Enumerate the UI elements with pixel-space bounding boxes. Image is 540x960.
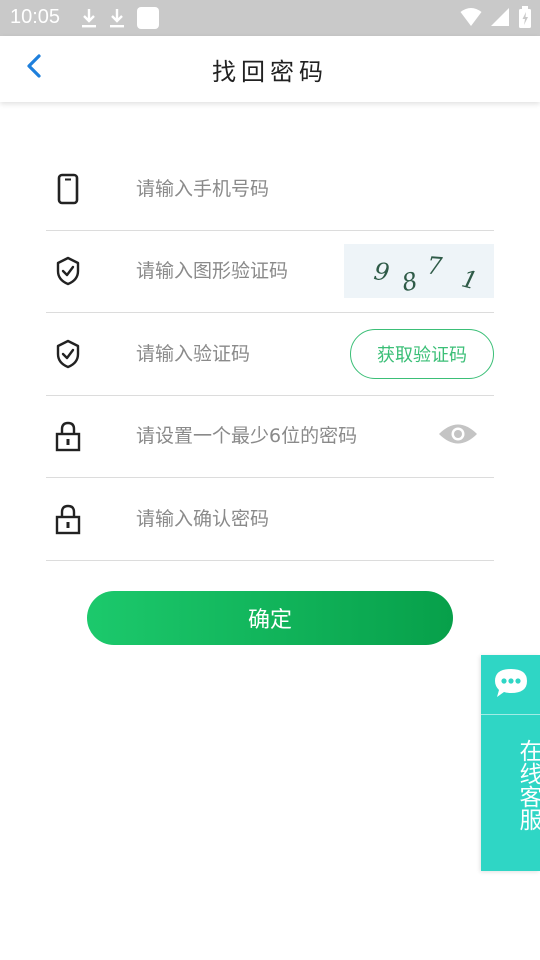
captcha-input[interactable] (136, 253, 346, 290)
get-code-button[interactable]: 获取验证码 (350, 328, 494, 379)
password-row (46, 396, 494, 478)
phone-input[interactable] (136, 170, 346, 207)
battery-icon (518, 6, 532, 32)
app-square-icon (136, 6, 160, 34)
password-input[interactable] (136, 418, 426, 455)
eye-icon (438, 421, 478, 451)
phone-row (46, 148, 494, 231)
status-bar: 10:05 (0, 0, 540, 36)
captcha-char: 7 (426, 251, 444, 281)
nav-bar: 找回密码 (0, 36, 540, 102)
lock-icon (54, 503, 82, 535)
download-icon (80, 7, 98, 33)
customer-service-chat-button[interactable] (481, 655, 540, 715)
captcha-char: 1 (458, 264, 481, 296)
page-title: 找回密码 (212, 58, 328, 86)
shield-check-icon (54, 338, 82, 370)
status-icons-left (80, 6, 160, 34)
signal-icon (490, 7, 510, 31)
confirm-password-row (46, 478, 494, 561)
captcha-char: 9 (372, 257, 392, 288)
customer-service-label[interactable]: 在线客服 (481, 739, 540, 831)
sms-code-row: 获取验证码 (46, 313, 494, 396)
chat-bubble-icon (492, 666, 530, 704)
password-visibility-toggle[interactable] (438, 423, 478, 449)
sms-code-input[interactable] (136, 335, 346, 372)
confirm-button[interactable]: 确定 (87, 591, 453, 645)
customer-service-widget[interactable]: 在线客服 (481, 655, 540, 871)
download-icon (108, 7, 126, 33)
wifi-icon (460, 7, 482, 31)
status-icons-right (460, 6, 532, 32)
confirm-password-input[interactable] (136, 500, 426, 537)
recover-password-form: 9 8 7 1 获取验证码 (46, 148, 494, 561)
lock-icon (54, 420, 82, 452)
captcha-row: 9 8 7 1 (46, 231, 494, 313)
phone-icon (54, 173, 82, 205)
shield-check-icon (54, 255, 82, 287)
status-time: 10:05 (10, 6, 61, 28)
captcha-image[interactable]: 9 8 7 1 (344, 244, 494, 299)
captcha-char: 8 (399, 266, 421, 298)
